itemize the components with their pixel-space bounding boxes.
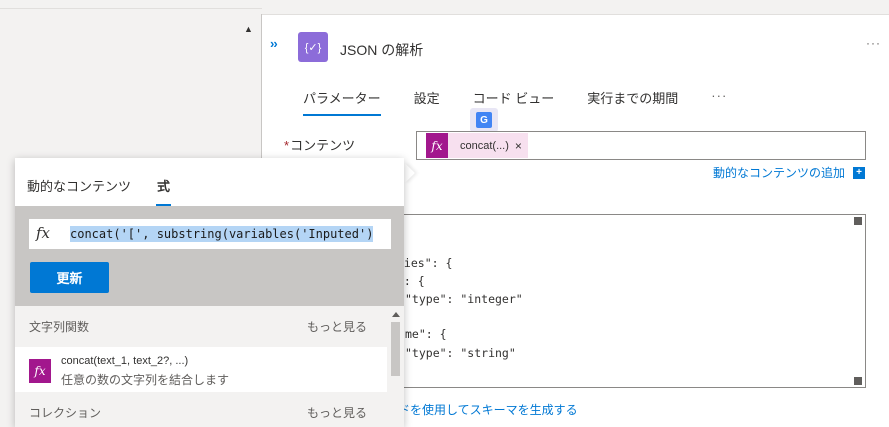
content-label: *コンテンツ: [284, 138, 356, 153]
schema-editor[interactable]: ties": { ": { "type": "integer" me": { "…: [398, 214, 866, 388]
function-icon: fx: [29, 359, 51, 383]
see-more-link[interactable]: もっと見る: [307, 404, 367, 421]
function-name: concat(text_1, text_2?, ...): [61, 355, 189, 367]
function-description: 任意の数の文字列を結合します: [61, 373, 230, 387]
scroll-up-icon[interactable]: [854, 217, 862, 225]
add-dynamic-content-link[interactable]: 動的なコンテンツの追加 +: [713, 164, 866, 181]
token-label: concat(...): [460, 139, 509, 152]
function-icon: fx: [36, 224, 51, 242]
update-button[interactable]: 更新: [30, 262, 109, 293]
action-title: JSON の解析: [340, 42, 424, 58]
schema-line: "type": "integer": [405, 292, 523, 306]
section-title: コレクション: [29, 406, 102, 420]
scroll-thumb[interactable]: [391, 322, 400, 376]
expand-chevron-icon[interactable]: ››: [270, 36, 278, 51]
token-remove-icon[interactable]: ×: [515, 139, 528, 153]
tab-run-after[interactable]: 実行までの期間: [587, 88, 678, 110]
popup-scrollbar[interactable]: [387, 306, 404, 427]
expression-token[interactable]: fx concat(...) ×: [426, 133, 528, 158]
tab-code-view[interactable]: コード ビュー: [473, 88, 555, 110]
canvas-divider: [0, 8, 262, 9]
tab-settings[interactable]: 設定: [414, 88, 440, 110]
translate-icon[interactable]: G: [470, 108, 498, 132]
generate-schema-link[interactable]: ドを使用してスキーマを生成する: [398, 401, 578, 418]
panel-top-border: [262, 14, 889, 15]
scroll-down-icon[interactable]: [854, 377, 862, 385]
scroll-up-icon[interactable]: ▲: [244, 24, 253, 34]
plus-icon: +: [853, 166, 866, 179]
schema-line: me": {: [405, 327, 447, 341]
tabs-more-icon[interactable]: ···: [711, 88, 727, 110]
more-options-icon[interactable]: ···: [866, 36, 881, 50]
scroll-up-icon[interactable]: [392, 312, 400, 317]
section-string-functions: 文字列関数 もっと見る: [15, 306, 387, 347]
tab-parameters[interactable]: パラメーター: [303, 88, 381, 116]
section-collection: コレクション もっと見る: [15, 392, 387, 427]
popup-tabs: 動的なコンテンツ 式: [27, 176, 196, 206]
tab-dynamic-content[interactable]: 動的なコンテンツ: [27, 176, 131, 195]
add-dynamic-content-label: 動的なコンテンツの追加: [713, 166, 846, 180]
schema-line: ties": {: [398, 256, 453, 270]
see-more-link[interactable]: もっと見る: [307, 318, 367, 335]
parameter-tabs: パラメーター 設定 コード ビュー 実行までの期間 ···: [303, 88, 727, 116]
schema-scrollbar[interactable]: [852, 215, 864, 387]
tab-expression[interactable]: 式: [156, 176, 172, 206]
schema-line: "type": "string": [405, 346, 516, 360]
function-icon: fx: [426, 133, 448, 158]
braces-icon: {✓}: [298, 32, 328, 62]
section-title: 文字列関数: [29, 320, 90, 334]
expression-text[interactable]: concat('[', substring(variables('Inputed…: [70, 226, 374, 242]
